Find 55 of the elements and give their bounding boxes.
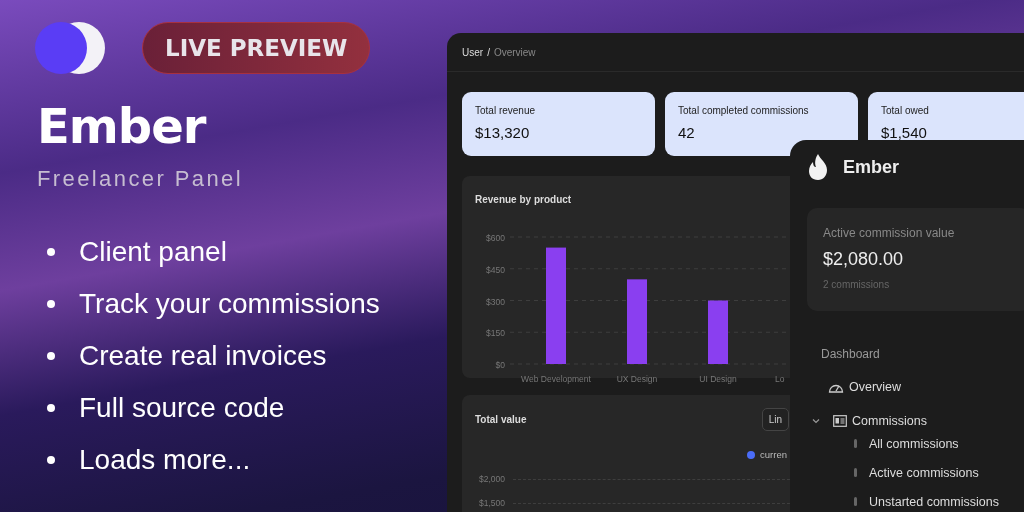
chart-title: Total value xyxy=(475,414,527,425)
category-label: UX Design xyxy=(616,374,658,384)
stat-value: 42 xyxy=(678,124,696,141)
nav-subitem[interactable]: Unstarted commissions xyxy=(869,494,999,509)
bullet-icon xyxy=(47,300,55,308)
nav-item[interactable]: Commissions xyxy=(852,414,927,428)
nav-item[interactable]: Overview xyxy=(849,380,902,394)
live-preview-badge: LIVE PREVIEW xyxy=(142,22,371,74)
summary-count: 2 commissions xyxy=(823,279,891,290)
bullet-icon xyxy=(47,404,55,412)
stat-value: $13,320 xyxy=(475,124,531,141)
legend-label: curren xyxy=(760,449,787,460)
breadcrumb-current: Overview xyxy=(493,46,536,58)
axis-label: $150 xyxy=(486,328,505,339)
nav-subitem[interactable]: All commissions xyxy=(869,436,959,451)
feature-text: Loads more... xyxy=(79,444,251,476)
bar xyxy=(708,300,728,364)
nav-subitem[interactable]: Active commissions xyxy=(869,465,979,480)
bullet-icon xyxy=(854,468,857,477)
stat-label: Total owed xyxy=(881,105,930,116)
category-label: Web Development xyxy=(521,374,591,384)
bullet-icon xyxy=(47,456,55,464)
breadcrumb-link[interactable]: User xyxy=(462,46,484,58)
brand-name: Ember xyxy=(843,156,900,178)
feature-text: Full source code xyxy=(79,392,285,424)
bullet-icon xyxy=(854,439,857,448)
logo-icon xyxy=(35,22,105,74)
chart-title: Revenue by product xyxy=(475,194,572,205)
summary-value: $2,080.00 xyxy=(823,249,905,270)
section-heading: Dashboard xyxy=(821,347,881,361)
bullet-icon xyxy=(47,248,55,256)
id-card-icon xyxy=(833,415,847,427)
axis-label: $600 xyxy=(486,233,505,243)
chevron-icon[interactable] xyxy=(811,416,821,426)
flame-icon xyxy=(807,154,829,180)
category-label: UI Design xyxy=(699,374,737,384)
product-title: Ember xyxy=(37,102,208,150)
axis-label: $450 xyxy=(486,264,505,275)
feature-text: Client panel xyxy=(79,236,227,268)
stat-label: Total completed commissions xyxy=(678,105,810,116)
category-label: Lo xyxy=(775,374,785,384)
axis-label: $0 xyxy=(495,360,505,370)
summary-label: Active commission value xyxy=(823,226,956,240)
breadcrumb-separator: / xyxy=(487,46,490,58)
stat-value: $1,540 xyxy=(881,124,928,141)
chart-type-dropdown[interactable]: Lin xyxy=(761,408,789,431)
axis-label: $1,500 xyxy=(478,498,505,508)
bullet-icon xyxy=(854,497,857,506)
axis-label: $2,000 xyxy=(478,474,505,484)
axis-label: $300 xyxy=(486,296,505,307)
feature-text: Create real invoices xyxy=(79,340,327,372)
product-subtitle: Freelancer Panel xyxy=(37,166,244,192)
feature-text: Track your commissions xyxy=(79,288,380,320)
bullet-icon xyxy=(47,352,55,360)
stat-label: Total revenue xyxy=(475,105,537,116)
